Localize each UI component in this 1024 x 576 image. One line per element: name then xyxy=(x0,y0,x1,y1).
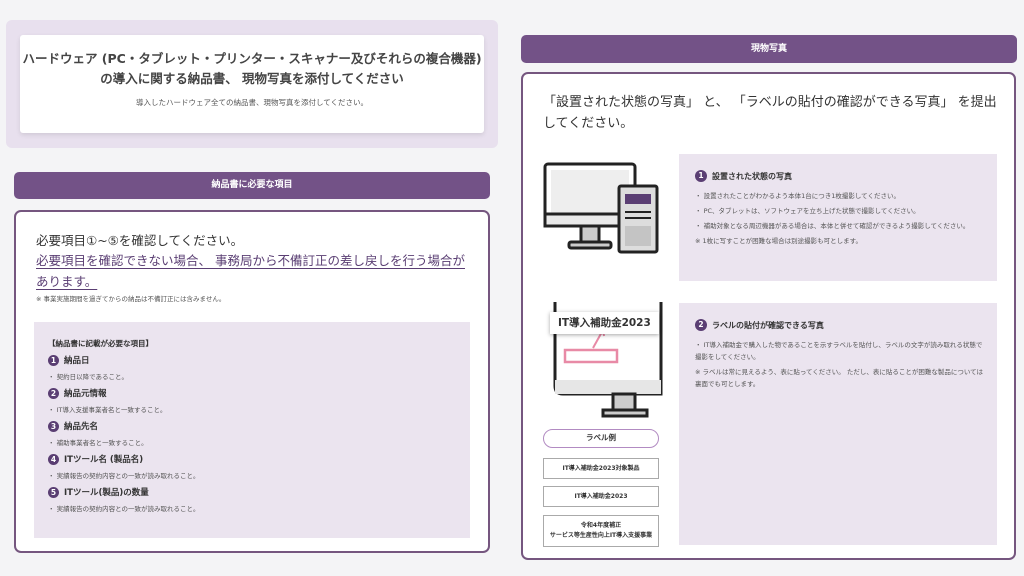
required-item-name: 納品先名 xyxy=(64,422,99,432)
label-example-3-line1: 令和4年度補正 xyxy=(580,522,622,529)
number-badge-icon: 3 xyxy=(48,420,59,432)
required-item: 5 ITツール(製品)の数量 ・ 実績報告の契約内容との一致が読み取れること。 xyxy=(48,486,200,513)
required-items-box: 【納品書に記載が必要な項目】 1 納品日 ・ 契約日以降であること。 2 納品元情報… xyxy=(34,322,470,538)
top-notice-card: ハードウェア (PC・タブレット・プリンター・スキャナー及びそれらの複合機器) … xyxy=(20,35,484,133)
label-photo-title: ラベルの貼付が確認できる写真 xyxy=(712,320,824,330)
number-badge-icon: 5 xyxy=(48,486,59,498)
label-example-pill: ラベル例 xyxy=(543,429,659,448)
installed-photo-line: ・ 設置されたことがわかるよう本体1台につき1枚撮影してください。 xyxy=(695,192,900,200)
installed-photo-title: 設置された状態の写真 xyxy=(712,171,792,181)
installed-photo-box: 1 設置された状態の写真 ・ 設置されたことがわかるよう本体1台につき1枚撮影し… xyxy=(679,154,997,281)
required-item: 3 納品先名 ・ 補助事業者名と一致すること。 xyxy=(48,420,148,447)
required-item-name: 納品元情報 xyxy=(64,389,107,399)
label-photo-box: 2 ラベルの貼付が確認できる写真 ・ IT導入補助金で購入した物であることを示す… xyxy=(679,303,997,545)
label-tag: IT導入補助金2023 xyxy=(550,312,659,334)
invoice-note: ※ 事業実施期間を過ぎてからの納品は不備訂正には含みません。 xyxy=(36,295,226,303)
label-example-3-line2: サービス等生産性向上IT導入支援事業 xyxy=(549,532,653,539)
required-item: 4 ITツール名 (製品名) ・ 実績報告の契約内容との一致が読み取れること。 xyxy=(48,453,200,480)
label-example-1: IT導入補助金2023対象製品 xyxy=(543,458,659,479)
top-subtitle: 導入したハードウェア全ての納品書、現物写真を添付してください。 xyxy=(135,98,369,107)
section-header-invoice: 納品書に必要な項目 xyxy=(14,172,490,199)
number-badge-icon: 2 xyxy=(695,319,707,331)
section-header-photos: 現物写真 xyxy=(521,35,1017,63)
label-example-3: 令和4年度補正 サービス等生産性向上IT導入支援事業 xyxy=(543,515,659,547)
required-item: 2 納品元情報 ・ IT導入支援事業者名と一致すること。 xyxy=(48,387,166,414)
invoice-instruction: 必要項目①~⑤を確認してください。 xyxy=(36,233,244,248)
label-example-2: IT導入補助金2023 xyxy=(543,486,659,507)
invoice-warning: 必要項目を確認できない場合、 事務局から不備訂正の差し戻しを行う場合があります。 xyxy=(36,253,465,289)
number-badge-icon: 2 xyxy=(48,387,59,399)
top-title-line2: の導入に関する納品書、 現物写真を添付してください xyxy=(100,71,404,86)
required-item-desc: ・ IT導入支援事業者名と一致すること。 xyxy=(48,406,167,414)
required-items-title: 【納品書に記載が必要な項目】 xyxy=(48,339,153,348)
top-title-line1: ハードウェア (PC・タブレット・プリンター・スキャナー及びそれらの複合機器) xyxy=(22,51,482,66)
number-badge-icon: 1 xyxy=(48,354,59,366)
label-photo-line: ・ IT導入補助金で購入した物であることを示すラベルを貼付し、ラベルの文字が読み… xyxy=(695,341,983,361)
required-item-desc: ・ 契約日以降であること。 xyxy=(48,373,129,381)
required-item-name: 納品日 xyxy=(64,356,90,366)
photos-panel: 「設置された状態の写真」 と、 「ラベルの貼付の確認ができる写真」 を提出してく… xyxy=(521,72,1016,560)
required-item-desc: ・ 補助事業者名と一致すること。 xyxy=(48,439,148,447)
required-item-name: ITツール名 (製品名) xyxy=(64,455,144,465)
installed-photo-line: ・ PC、タブレットは、ソフトウェアを立ち上げた状態で撮影してください。 xyxy=(695,207,920,215)
installed-photo-line: ※ 1枚に写すことが困難な場合は別途撮影も可とします。 xyxy=(695,237,862,245)
required-item-desc: ・ 実績報告の契約内容との一致が読み取れること。 xyxy=(48,505,200,513)
label-photo-line: ※ ラベルは常に見えるよう、表に貼ってください。 ただし、表に貼ることが困難な製… xyxy=(695,368,984,388)
required-item: 1 納品日 ・ 契約日以降であること。 xyxy=(48,354,128,381)
installed-photo-line: ・ 補助対象となる周辺機器がある場合は、本体と併せて確認ができるよう撮影してくだ… xyxy=(695,222,970,230)
number-badge-icon: 4 xyxy=(48,453,59,465)
required-item-name: ITツール(製品)の数量 xyxy=(64,488,149,498)
desktop-pc-icon xyxy=(543,162,659,254)
photos-title: 「設置された状態の写真」 と、 「ラベルの貼付の確認ができる写真」 を提出してく… xyxy=(543,95,997,131)
required-item-desc: ・ 実績報告の契約内容との一致が読み取れること。 xyxy=(48,472,200,480)
number-badge-icon: 1 xyxy=(695,170,707,182)
